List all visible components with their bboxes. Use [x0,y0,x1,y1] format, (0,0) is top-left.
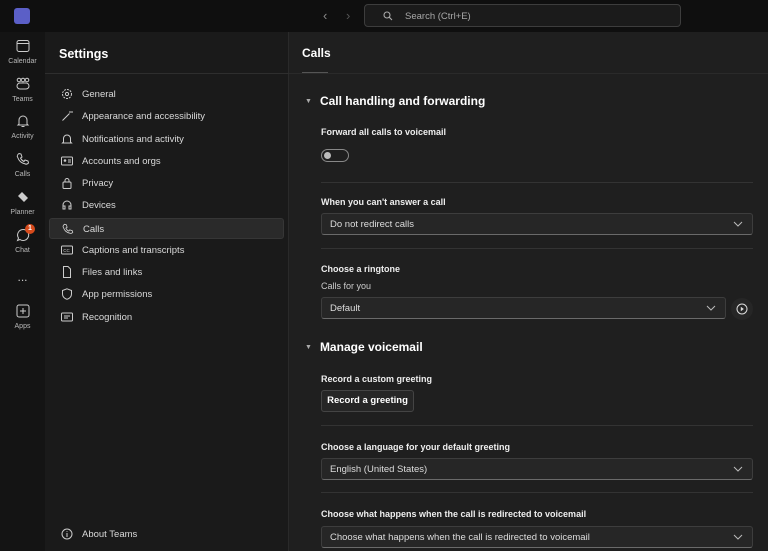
ringtone-label: Choose a ringtone [321,264,400,274]
settings-item-appearance[interactable]: Appearance and accessibility [49,106,284,127]
info-icon [61,528,73,540]
about-teams[interactable]: About Teams [49,524,284,545]
app-rail [0,32,45,551]
svg-text:CC: CC [63,248,70,253]
redirect-dropdown[interactable]: Choose what happens when the call is red… [321,526,753,548]
gear-icon [61,88,73,100]
divider [321,248,753,249]
magic-wand-icon [61,110,73,122]
headset-icon [61,199,73,211]
back-button[interactable]: ‹ [323,8,327,23]
search-input[interactable]: Search (Ctrl+E) [364,4,681,27]
language-label: Choose a language for your default greet… [321,442,510,452]
chevron-down-icon [706,305,716,311]
planner-icon [16,190,30,204]
bell-icon [16,114,30,128]
settings-item-devices[interactable]: Devices [49,195,284,216]
unanswered-dropdown[interactable]: Do not redirect calls [321,213,753,235]
rail-activity[interactable]: Activity [0,114,45,141]
chevron-down-icon [733,466,743,472]
search-placeholder: Search (Ctrl+E) [405,11,471,22]
teams-logo-icon [14,8,30,24]
settings-item-files[interactable]: Files and links [49,262,284,283]
divider [289,73,768,74]
collapse-caret-icon: ▼ [305,98,312,105]
settings-item-privacy[interactable]: Privacy [49,173,284,194]
section-voicemail[interactable]: ▼Manage voicemail [305,340,423,354]
rail-planner[interactable]: Planner [0,190,45,217]
chat-badge: 1 [25,224,35,234]
divider [321,492,753,493]
language-dropdown[interactable]: English (United States) [321,458,753,480]
ringtone-dropdown[interactable]: Default [321,297,726,319]
collapse-caret-icon: ▼ [305,344,312,351]
greeting-label: Record a custom greeting [321,374,432,384]
redirect-label: Choose what happens when the call is red… [321,509,586,519]
unanswered-label: When you can't answer a call [321,197,446,207]
play-icon [736,303,748,315]
settings-item-accounts[interactable]: Accounts and orgs [49,151,284,172]
settings-item-captions[interactable]: CCCaptions and transcripts [49,240,284,261]
file-icon [61,266,73,278]
section-call-handling[interactable]: ▼Call handling and forwarding [305,94,485,108]
contact-card-icon [61,155,73,167]
divider [321,182,753,183]
lock-icon [61,177,73,189]
closed-captions-icon: CC [61,244,73,256]
chevron-down-icon [733,534,743,540]
forward-label: Forward all calls to voicemail [321,127,446,137]
settings-item-app-permissions[interactable]: App permissions [49,284,284,305]
page-title: Calls [302,46,331,60]
forward-voicemail-toggle[interactable] [321,149,349,162]
record-greeting-button[interactable]: Record a greeting [321,390,414,412]
chevron-down-icon [733,221,743,227]
recognition-icon [61,311,73,323]
settings-title: Settings [59,47,108,61]
bell-icon [61,133,73,145]
teams-icon [15,77,31,91]
settings-item-notifications[interactable]: Notifications and activity [49,129,284,150]
title-bar: ‹ › Search (Ctrl+E) [0,0,768,32]
rail-calendar[interactable]: Calendar [0,39,45,66]
rail-chat[interactable]: Chat [0,228,45,255]
shield-icon [61,288,73,300]
settings-item-general[interactable]: General [49,84,284,105]
more-apps-button[interactable]: ... [0,270,45,284]
rail-apps[interactable]: Apps [0,304,45,331]
calls-for-you-label: Calls for you [321,281,371,291]
calendar-icon [16,39,30,53]
add-icon [16,304,30,318]
settings-item-recognition[interactable]: Recognition [49,307,284,328]
settings-item-calls[interactable]: Calls [49,218,284,239]
phone-icon [16,152,30,166]
rail-teams[interactable]: Teams [0,77,45,104]
divider [321,425,753,426]
divider [45,73,289,74]
phone-icon [62,223,74,235]
search-icon [383,11,393,21]
play-ringtone-button[interactable] [731,298,753,320]
forward-button[interactable]: › [346,8,350,23]
rail-calls[interactable]: Calls [0,152,45,179]
